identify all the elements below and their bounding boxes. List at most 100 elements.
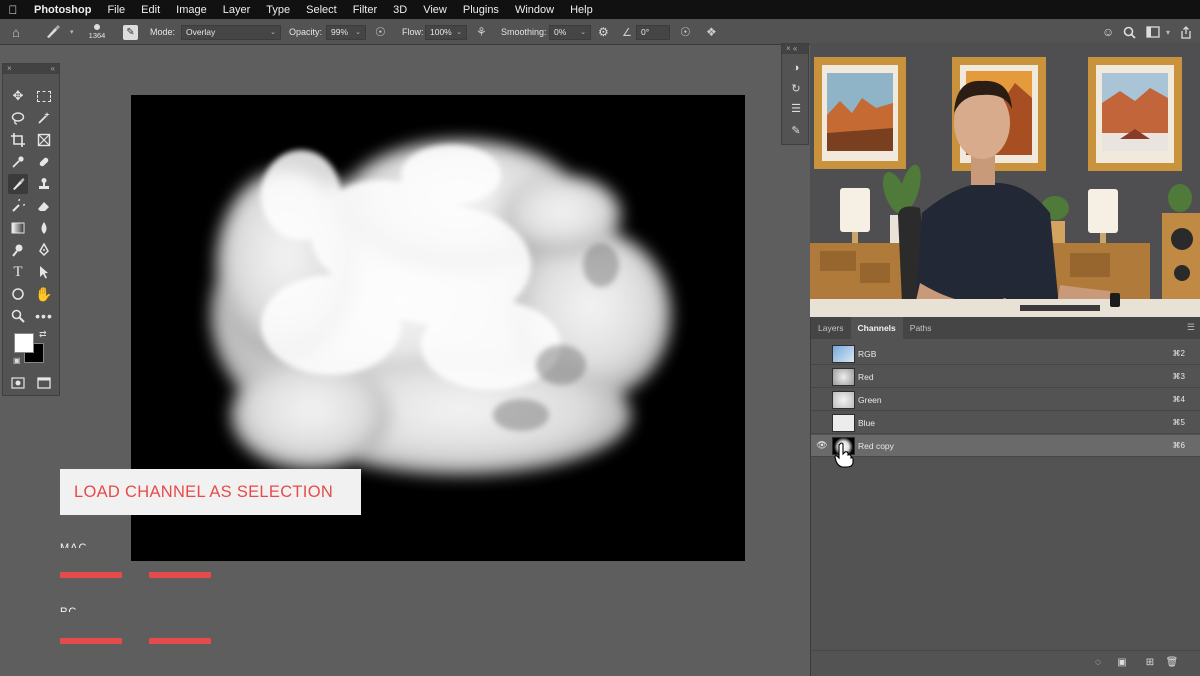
collapse-icon[interactable]: « — [51, 64, 55, 74]
menu-photoshop[interactable]: Photoshop — [26, 4, 99, 16]
chevron-down-icon: ⌄ — [355, 29, 361, 36]
pc-shortcut-key-2 — [149, 638, 211, 644]
visibility-toggle[interactable] — [816, 371, 828, 383]
pc-shortcut-key-1 — [60, 638, 122, 644]
trash-icon[interactable]: 🗑 — [1165, 657, 1179, 671]
share-icon[interactable] — [1180, 19, 1192, 45]
save-selection-as-channel-icon[interactable]: ▣ — [1115, 657, 1129, 671]
screen-mode-icon[interactable] — [34, 373, 54, 393]
channel-row-blue[interactable]: Blue ⌘5 — [811, 412, 1200, 434]
visibility-toggle[interactable] — [816, 348, 828, 360]
default-colors-icon[interactable]: ▣ — [13, 356, 21, 365]
flow-input[interactable]: 100% ⌄ — [425, 24, 467, 40]
brush-tool-preset-picker[interactable]: ▾ — [44, 19, 74, 45]
menu-filter[interactable]: Filter — [345, 4, 385, 16]
channel-shortcut: ⌘4 — [1172, 395, 1185, 404]
mode-dropdown[interactable]: Overlay ⌄ — [181, 24, 281, 40]
opacity-input[interactable]: 99% ⌄ — [326, 24, 366, 40]
options-bar: ⌂ ▾ 1364 ✎ Mode: Overlay ⌄ Opacity: 99% ⌄ … — [0, 19, 1200, 45]
marquee-tool-icon[interactable] — [34, 86, 54, 106]
visibility-toggle[interactable] — [816, 394, 828, 406]
tab-channels[interactable]: Channels — [850, 317, 903, 339]
menu-3d[interactable]: 3D — [385, 4, 415, 16]
pressure-size-icon[interactable]: ☉ — [680, 19, 691, 45]
crop-tool-icon[interactable] — [8, 130, 28, 150]
brush-size-picker[interactable]: 1364 — [86, 19, 108, 45]
more-tools-icon[interactable]: ••• — [34, 306, 54, 326]
clone-stamp-icon[interactable] — [34, 174, 54, 194]
brush-settings-panel-icon[interactable]: ✎ — [788, 124, 804, 140]
brush-icon — [47, 25, 60, 38]
menu-image[interactable]: Image — [168, 4, 215, 16]
load-channel-as-selection-icon[interactable]: ◌ — [1091, 657, 1105, 671]
move-tool-icon[interactable]: ✥ — [8, 86, 28, 106]
channel-row-green[interactable]: Green ⌘4 — [811, 389, 1200, 411]
apple-menu-icon[interactable]:  — [0, 3, 26, 17]
lasso-tool-icon[interactable] — [8, 108, 28, 128]
opacity-value: 99% — [331, 27, 349, 37]
pen-tool-icon[interactable] — [34, 240, 54, 260]
menu-type[interactable]: Type — [258, 4, 298, 16]
gear-icon[interactable]: ⚙ — [598, 19, 609, 45]
airbrush-icon[interactable]: ⚘ — [476, 19, 487, 45]
swap-colors-icon[interactable]: ⇄ — [39, 329, 47, 340]
menu-select[interactable]: Select — [298, 4, 345, 16]
user-account-icon[interactable]: ☺ — [1102, 19, 1114, 45]
chevron-down-icon[interactable]: ▾ — [1166, 19, 1170, 45]
tools-panel-header[interactable]: × « — [3, 64, 59, 74]
eyedropper-icon[interactable] — [8, 152, 28, 172]
blur-tool-icon[interactable] — [34, 218, 54, 238]
pressure-opacity-icon[interactable]: ☉ — [375, 19, 386, 45]
magic-wand-icon[interactable] — [34, 108, 54, 128]
workspace-icon[interactable] — [1146, 19, 1160, 45]
close-icon[interactable]: × — [7, 64, 12, 74]
channel-row-rgb[interactable]: RGB ⌘2 — [811, 343, 1200, 365]
hand-tool-icon[interactable]: ✋ — [34, 284, 54, 304]
tab-layers[interactable]: Layers — [811, 317, 851, 339]
zoom-tool-icon[interactable] — [8, 306, 28, 326]
adjustments-icon[interactable]: ◑ — [788, 62, 804, 78]
menu-window[interactable]: Window — [507, 4, 562, 16]
frame-tool-icon[interactable] — [34, 130, 54, 150]
search-icon[interactable] — [1123, 19, 1136, 45]
chevron-down-icon: ⌄ — [270, 29, 276, 36]
mac-label: MAC — [60, 542, 88, 548]
shape-tool-icon[interactable] — [8, 284, 28, 304]
menu-plugins[interactable]: Plugins — [455, 4, 507, 16]
menu-help[interactable]: Help — [562, 4, 601, 16]
brush-settings-toggle[interactable]: ✎ — [123, 19, 138, 45]
brush-tool-icon[interactable] — [8, 174, 28, 194]
history-brush-icon[interactable] — [8, 196, 28, 216]
type-tool-icon[interactable]: T — [8, 262, 28, 282]
eye-icon[interactable]: 👁 — [816, 440, 828, 452]
angle-input[interactable]: 0° — [636, 24, 670, 40]
quick-mask-icon[interactable] — [8, 373, 28, 393]
channel-thumbnail — [832, 414, 855, 432]
new-channel-icon[interactable]: ⊞ — [1143, 657, 1157, 671]
panel-strip-header[interactable]: × « — [782, 44, 808, 54]
menu-bar:  Photoshop File Edit Image Layer Type S… — [0, 0, 1200, 19]
home-icon[interactable]: ⌂ — [12, 19, 20, 45]
smoothing-input[interactable]: 0% ⌄ — [549, 24, 591, 40]
symmetry-icon[interactable]: ❖ — [706, 19, 717, 45]
eraser-icon[interactable] — [34, 196, 54, 216]
tab-paths[interactable]: Paths — [903, 317, 939, 339]
gradient-tool-icon[interactable] — [8, 218, 28, 238]
path-selection-icon[interactable] — [34, 262, 54, 282]
menu-layer[interactable]: Layer — [215, 4, 259, 16]
channel-row-red-copy[interactable]: 👁 Red copy ⌘6 — [811, 435, 1200, 457]
framed-painting-1 — [814, 57, 906, 169]
channels-panel: Layers Channels Paths ☰ RGB ⌘2 Red ⌘3 Gr… — [810, 317, 1200, 676]
menu-edit[interactable]: Edit — [133, 4, 168, 16]
dodge-tool-icon[interactable] — [8, 240, 28, 260]
menu-file[interactable]: File — [99, 4, 133, 16]
panel-menu-icon[interactable]: ☰ — [1187, 322, 1195, 333]
visibility-toggle[interactable] — [816, 417, 828, 429]
healing-brush-icon[interactable] — [34, 152, 54, 172]
foreground-color-swatch[interactable] — [14, 333, 34, 353]
properties-icon[interactable]: ☰ — [788, 102, 804, 118]
menu-view[interactable]: View — [415, 4, 455, 16]
channel-row-red[interactable]: Red ⌘3 — [811, 366, 1200, 388]
flow-value: 100% — [430, 27, 452, 37]
history-icon[interactable]: ↻ — [788, 82, 804, 98]
